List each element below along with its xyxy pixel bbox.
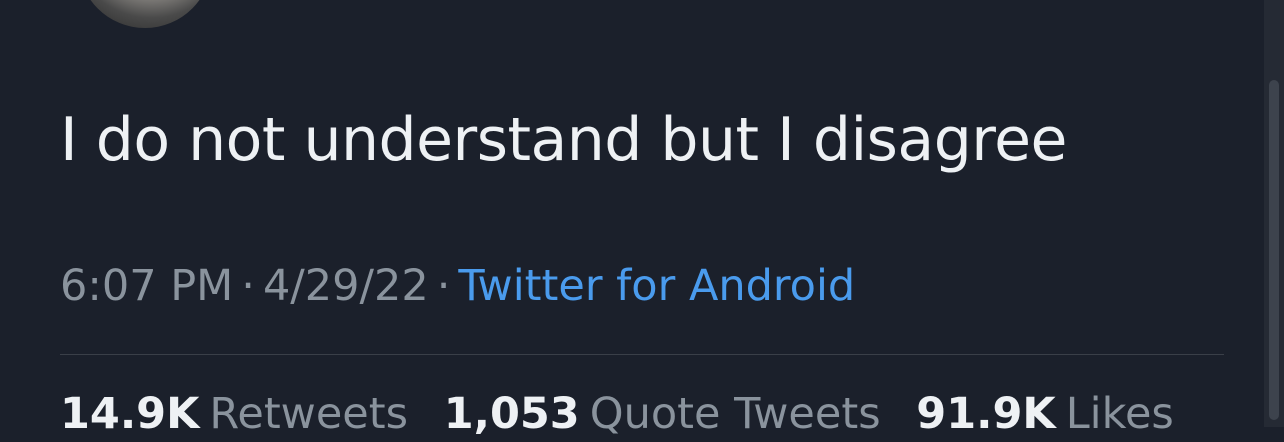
scrollbar[interactable] <box>1264 0 1284 427</box>
tweet-text: I do not understand but I disagree <box>60 105 1067 175</box>
divider <box>60 354 1224 355</box>
tweet-time[interactable]: 6:07 PM <box>60 261 233 311</box>
scrollbar-thumb[interactable] <box>1269 80 1279 420</box>
likes-stat[interactable]: 91.9K Likes <box>916 389 1174 439</box>
retweets-count: 14.9K <box>60 389 200 439</box>
likes-label: Likes <box>1065 389 1174 439</box>
tweet-source-link[interactable]: Twitter for Android <box>458 261 855 311</box>
separator: · <box>241 261 255 311</box>
quote-tweets-count: 1,053 <box>443 389 580 439</box>
likes-count: 91.9K <box>916 389 1056 439</box>
tweet-metadata: 6:07 PM · 4/29/22 · Twitter for Android <box>60 258 855 314</box>
avatar[interactable] <box>78 0 212 28</box>
separator: · <box>436 261 451 311</box>
retweets-label: Retweets <box>209 389 409 439</box>
quote-tweets-stat[interactable]: 1,053 Quote Tweets <box>444 389 881 439</box>
quote-tweets-label: Quote Tweets <box>589 389 881 439</box>
retweets-stat[interactable]: 14.9K Retweets <box>60 389 408 439</box>
engagement-stats: 14.9K Retweets 1,053 Quote Tweets 91.9K Lik… <box>60 386 1196 442</box>
tweet-date[interactable]: 4/29/22 <box>263 261 429 311</box>
